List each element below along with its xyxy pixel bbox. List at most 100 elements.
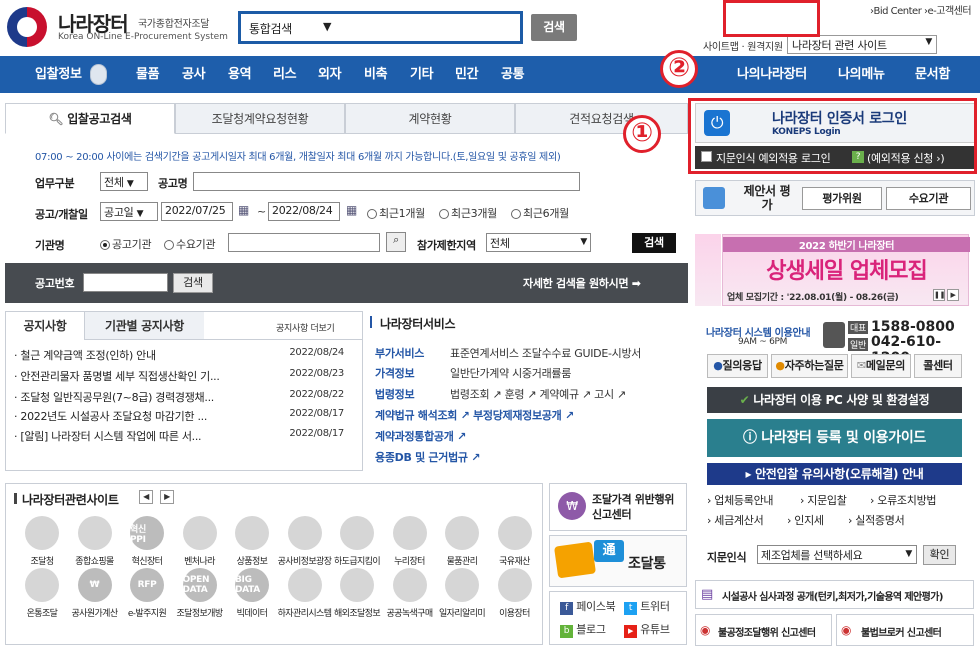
related-site-label[interactable]: e-발주지원 [120,606,174,619]
related-site-icon[interactable] [235,516,269,550]
qna-button[interactable]: ●질의응답 [707,354,768,378]
tab-org-notice[interactable]: 기관별 공지사항 [84,312,204,340]
service-text[interactable]: 일반단가계약 시중거래률룸 [450,365,571,381]
tab-contract-status[interactable]: 계약현황 [345,103,515,134]
range-1month[interactable]: 최근1개월 [367,205,425,221]
nav-document-box[interactable]: 문서함 [915,56,950,93]
related-site-icon[interactable]: BIG DATA [235,568,269,602]
related-site-icon[interactable] [287,516,322,550]
nav-foreign[interactable]: 외자 [318,56,342,93]
chevron-right-icon[interactable]: ▶ [947,289,959,301]
region-select[interactable]: 전체 ▼ [486,233,591,252]
tab-quote-search[interactable]: 견적요청검색 [515,103,688,134]
notice-row[interactable]: · 2022년도 시설공사 조달요청 마감기한 ... 2022/08/17 [14,408,344,424]
related-site-icon[interactable] [445,568,479,602]
price-violation-banner[interactable]: ₩ 조달가격 위반행위 신고센터 [549,483,687,531]
related-site-icon[interactable]: 혁신 PPI [130,516,164,550]
search-button[interactable]: 검색 [531,14,577,41]
related-site-label[interactable]: 벤처나라 [173,554,227,567]
related-site-label[interactable]: 빅데이터 [225,606,279,619]
evaluator-button[interactable]: 평가위원 [802,187,882,210]
service-label[interactable]: 법령정보 [375,386,415,402]
related-site-icon[interactable] [25,516,59,550]
demand-org-button[interactable]: 수요기관 [886,187,971,210]
work-type-select[interactable]: 전체 ▼ [100,172,148,191]
nav-bid-info[interactable]: 입찰정보 [35,56,82,93]
related-site-icon[interactable] [77,516,112,550]
related-site-label[interactable]: 공사원가계산 [68,606,122,619]
link-error-fix[interactable]: › 오류조치방법 [870,492,937,508]
safe-bid-button[interactable]: ▸ 안전입찰 유의사항(오류해결) 안내 [707,463,962,485]
chevron-left-icon[interactable]: ◀ [139,490,153,504]
nav-my-menu[interactable]: 나의메뉴 [838,56,885,93]
search-box[interactable]: 통합검색 ▼ [238,11,523,44]
manufacturer-select[interactable]: 제조업체를 선택하세요 ▼ [757,545,917,564]
confirm-button[interactable]: 확인 [923,545,956,565]
link-fingerprint-bid[interactable]: › 지문입찰 [800,492,847,508]
calendar-icon[interactable]: ▦ [238,203,249,217]
link-company-reg[interactable]: › 업체등록안내 [707,492,774,508]
related-site-icon[interactable] [182,516,217,550]
related-site-label[interactable]: 해외조달정보 [330,606,384,619]
date-to-input[interactable]: 2022/08/24 [268,202,340,221]
nav-my-narajangter[interactable]: 나의나라장터 [737,56,807,93]
nav-goods[interactable]: 물품 [136,56,160,93]
nav-other[interactable]: 기타 [410,56,434,93]
unfair-report-link[interactable]: ◉ 불공정조달행위 신고센터 [695,614,832,646]
service-label[interactable]: 가격정보 [375,365,415,381]
related-site-icon[interactable] [25,568,59,602]
related-site-icon[interactable]: OPEN DATA [182,568,217,602]
service-label[interactable]: 계약과정통합공개 ↗ [375,428,466,444]
link-performance-cert[interactable]: › 실적증명서 [848,512,905,528]
related-site-label[interactable]: 온통조달 [15,606,69,619]
org-notice-radio[interactable]: 공고기관 [100,236,152,252]
pause-icon[interactable]: ❚❚ [933,289,945,301]
related-site-icon[interactable] [392,516,427,550]
jodaltong-banner[interactable]: 通 조달통 [549,535,687,587]
link-tax-invoice[interactable]: › 세금계산서 [707,512,764,528]
detail-search-link[interactable]: 자세한 검색을 원하시면 ➡ [523,275,641,291]
org-demand-radio[interactable]: 수요기관 [164,236,216,252]
service-text[interactable]: 법령조회 ↗ 훈령 ↗ 계약예규 ↗ 고시 ↗ [450,386,626,402]
service-label[interactable]: 용종DB 및 근거법규 ↗ [375,449,480,465]
service-text[interactable]: 표준연계서비스 조달수수료 GUIDE-시방서 [450,345,641,361]
tab-notice[interactable]: 공지사항 [6,312,84,340]
range-3month[interactable]: 최근3개월 [439,205,497,221]
notice-row[interactable]: · 조달청 일반직공무원(7~8급) 경력경쟁채... 2022/08/22 [14,389,344,405]
related-sites-select[interactable]: 나라장터 관련 사이트 ▼ [787,35,937,54]
related-site-icon[interactable] [497,516,532,550]
chevron-right-icon[interactable]: ▶ [160,490,174,504]
related-site-icon[interactable] [392,568,427,602]
notice-row[interactable]: · [알림] 나라장터 시스템 작업에 따른 서... 2022/08/17 [14,428,344,444]
broker-report-link[interactable]: ◉ 불법브로커 신고센터 [836,614,974,646]
related-site-label[interactable]: 물품관리 [435,554,489,567]
blog-link[interactable]: b 블로그 [560,621,606,638]
facebook-link[interactable]: f 페이스북 [560,598,616,615]
related-site-label[interactable]: 종합쇼핑몰 [68,554,122,567]
notice-row[interactable]: · 철근 계약금액 조정(인하) 안내 2022/08/24 [14,347,344,363]
related-site-icon[interactable]: RFP [130,568,164,602]
tab-bid-notice-search[interactable]: 🔍︎ 입찰공고검색 [5,103,175,134]
faq-button[interactable]: ●자주하는질문 [771,354,848,378]
related-site-label[interactable]: 국유재산 [488,554,542,567]
related-site-icon[interactable] [340,568,374,602]
date-from-input[interactable]: 2022/07/25 [161,202,233,221]
service-label[interactable]: 계약법규 해석조회 ↗ 부정당제재정보공개 ↗ [375,407,574,423]
mail-button[interactable]: ✉메일문의 [851,354,911,378]
related-site-label[interactable]: 상품정보 [225,554,279,567]
nav-service[interactable]: 용역 [228,56,252,93]
nav-construction[interactable]: 공사 [182,56,206,93]
form-search-button[interactable]: 검색 [632,233,676,253]
search-icon[interactable]: ⌕ [386,232,406,252]
twitter-link[interactable]: t 트위터 [624,598,670,615]
nav-stockpile[interactable]: 비축 [364,56,388,93]
org-name-input[interactable] [228,233,380,252]
notice-no-input[interactable] [83,273,168,292]
related-site-label[interactable]: 공사비정보광장 [278,554,332,567]
related-site-label[interactable]: 혁신장터 [120,554,174,567]
related-site-icon[interactable]: ₩ [77,568,112,602]
service-label[interactable]: 부가서비스 [375,345,424,361]
link-stamp-tax[interactable]: › 인지세 [787,512,824,528]
sale-banner[interactable]: 2022 하반기 나라장터 상생세일 업체모집 업체 모집기간 : '22.08… [722,234,970,306]
top-links[interactable]: ›Bid Center ›e-고객센터 [870,2,972,17]
